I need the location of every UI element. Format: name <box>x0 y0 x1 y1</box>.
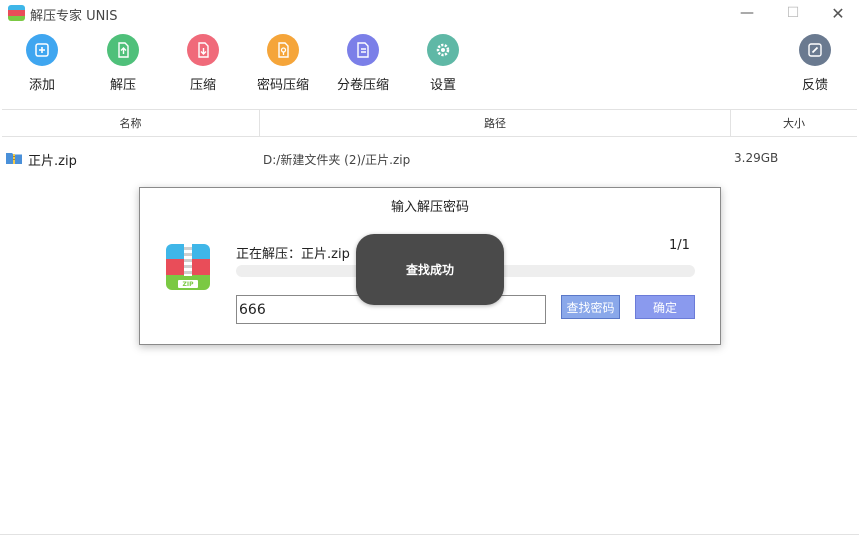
table-header: 名称 路径 大小 <box>2 109 857 137</box>
compress-button[interactable]: 压缩 <box>163 34 243 93</box>
toolbar: 添加 解压 压缩 密码压缩 分卷压缩 设置 反馈 <box>0 34 859 104</box>
file-size: 3.29GB <box>734 151 779 165</box>
zip-icon-label: ZIP <box>178 280 198 288</box>
settings-button[interactable]: 设置 <box>403 34 483 93</box>
edit-icon <box>799 34 831 66</box>
progress-count: 1/1 <box>669 238 690 253</box>
password-compress-icon <box>267 34 299 66</box>
close-button[interactable]: ✕ <box>815 0 859 26</box>
dialog-title: 输入解压密码 <box>390 200 469 215</box>
extract-label: 解压 <box>109 78 136 93</box>
feedback-label: 反馈 <box>801 78 828 93</box>
window-title: 解压专家 UNIS <box>30 9 118 24</box>
extract-button[interactable]: 解压 <box>83 34 163 93</box>
password-compress-button[interactable]: 密码压缩 <box>243 34 323 93</box>
split-compress-icon <box>347 34 379 66</box>
column-header-path[interactable]: 路径 <box>260 110 731 136</box>
confirm-button[interactable]: 确定 <box>635 295 695 319</box>
compress-icon <box>187 34 219 66</box>
add-button[interactable]: 添加 <box>2 34 82 93</box>
title-bar: 解压专家 UNIS — ☐ ✕ <box>0 0 859 26</box>
split-compress-button[interactable]: 分卷压缩 <box>323 34 403 93</box>
split-compress-label: 分卷压缩 <box>336 78 389 93</box>
settings-label: 设置 <box>429 78 456 93</box>
zip-file-icon <box>6 151 22 164</box>
progress-label: 正在解压：正片.zip <box>236 247 350 262</box>
app-logo-icon <box>8 5 25 21</box>
plus-icon <box>26 34 58 66</box>
status-divider <box>0 534 859 535</box>
table-row[interactable]: 正片.zip D:/新建文件夹 (2)/正片.zip 3.29GB <box>2 146 857 170</box>
find-password-button[interactable]: 查找密码 <box>561 295 620 319</box>
extract-icon <box>107 34 139 66</box>
file-path: D:/新建文件夹 (2)/正片.zip <box>263 153 411 167</box>
password-compress-label: 密码压缩 <box>256 78 309 93</box>
success-toast: 查找成功 <box>356 234 504 305</box>
column-header-name[interactable]: 名称 <box>2 110 260 136</box>
compress-label: 压缩 <box>189 78 216 93</box>
minimize-button[interactable]: — <box>724 0 770 26</box>
add-label: 添加 <box>28 78 55 93</box>
maximize-button[interactable]: ☐ <box>770 0 816 26</box>
feedback-button[interactable]: 反馈 <box>775 34 855 93</box>
file-name: 正片.zip <box>28 154 77 169</box>
gear-icon <box>427 34 459 66</box>
zip-archive-icon: ZIP <box>166 244 210 290</box>
column-header-size[interactable]: 大小 <box>731 110 857 136</box>
